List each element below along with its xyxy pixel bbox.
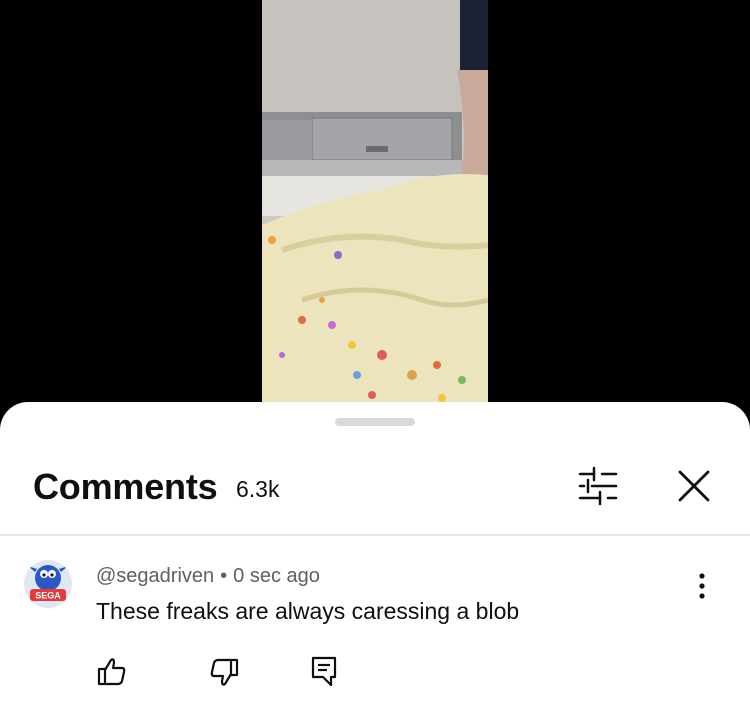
comments-header: Comments 6.3k xyxy=(0,454,750,534)
like-button[interactable] xyxy=(94,652,130,692)
video-frame[interactable] xyxy=(262,0,488,420)
comment-meta: @segadriven • 0 sec ago xyxy=(96,565,320,588)
comments-title: Comments xyxy=(33,466,218,507)
reply-icon xyxy=(311,656,337,687)
close-icon xyxy=(678,470,710,502)
reply-button[interactable] xyxy=(306,652,342,692)
comments-sheet: Comments 6.3k SEGA @segadriven • 0 sec a… xyxy=(0,402,750,718)
sliders-icon xyxy=(578,466,618,506)
avatar-image: SEGA xyxy=(24,560,72,608)
comment-author[interactable]: @segadriven xyxy=(96,565,214,587)
thumbs-up-icon xyxy=(97,658,126,686)
comment-text: These freaks are always caressing a blob xyxy=(96,598,520,624)
more-vertical-icon xyxy=(699,573,705,599)
comments-count: 6.3k xyxy=(236,476,280,502)
video-player[interactable] xyxy=(0,0,750,420)
avatar[interactable]: SEGA xyxy=(24,560,72,608)
comment-item: SEGA @segadriven • 0 sec ago These freaks … xyxy=(0,552,750,718)
comment-more-button[interactable] xyxy=(690,568,714,604)
filter-button[interactable] xyxy=(574,462,622,510)
header-divider xyxy=(0,534,750,536)
comment-time: 0 sec ago xyxy=(233,565,320,587)
meta-separator: • xyxy=(220,565,228,587)
close-button[interactable] xyxy=(670,462,718,510)
drag-handle[interactable] xyxy=(335,418,415,426)
video-still-image xyxy=(262,0,488,420)
avatar-badge-text: SEGA xyxy=(35,591,61,601)
thumbs-down-icon xyxy=(210,658,239,686)
comment-actions xyxy=(0,652,750,702)
dislike-button[interactable] xyxy=(206,652,242,692)
